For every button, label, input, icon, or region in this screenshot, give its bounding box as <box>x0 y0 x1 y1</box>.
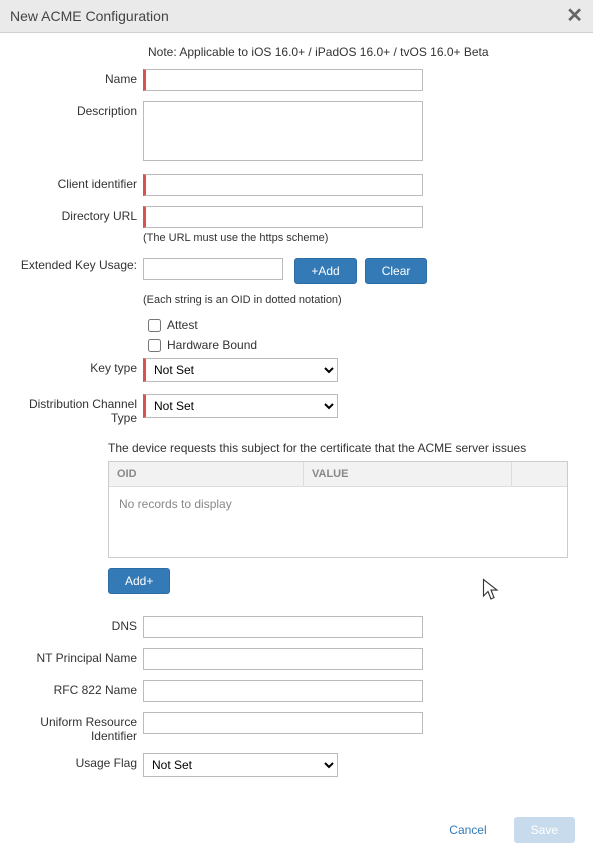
th-value: VALUE <box>304 462 512 486</box>
label-description: Description <box>18 101 143 118</box>
label-distribution-channel-type: Distribution Channel Type <box>18 394 143 425</box>
usage-flag-select[interactable]: Not Set <box>143 753 338 777</box>
label-directory-url: Directory URL <box>18 206 143 223</box>
label-hardware-bound: Hardware Bound <box>167 338 257 352</box>
attest-checkbox[interactable] <box>148 319 161 332</box>
eku-clear-button[interactable]: Clear <box>365 258 428 284</box>
dialog-footer: Cancel Save <box>0 807 593 857</box>
dialog-title: New ACME Configuration <box>10 8 169 24</box>
eku-add-button[interactable]: +Add <box>294 258 356 284</box>
label-usage-flag: Usage Flag <box>18 753 143 770</box>
dns-input[interactable] <box>143 616 423 638</box>
dialog-titlebar: New ACME Configuration ✕ <box>0 0 593 33</box>
eku-hint: (Each string is an OID in dotted notatio… <box>143 294 575 306</box>
hardware-bound-checkbox[interactable] <box>148 339 161 352</box>
close-icon[interactable]: ✕ <box>566 6 583 26</box>
nt-principal-name-input[interactable] <box>143 648 423 670</box>
label-extended-key-usage: Extended Key Usage: <box>18 258 143 272</box>
subject-table: OID VALUE No records to display <box>108 461 568 558</box>
cancel-button[interactable]: Cancel <box>432 817 503 843</box>
label-uri: Uniform Resource Identifier <box>18 712 143 743</box>
applicability-note: Note: Applicable to iOS 16.0+ / iPadOS 1… <box>148 45 575 59</box>
table-body-empty: No records to display <box>109 487 567 557</box>
label-key-type: Key type <box>18 358 143 375</box>
uri-input[interactable] <box>143 712 423 734</box>
label-dns: DNS <box>18 616 143 633</box>
description-textarea[interactable] <box>143 101 423 161</box>
eku-input[interactable] <box>143 258 283 280</box>
th-actions <box>512 462 567 486</box>
label-attest: Attest <box>167 318 198 332</box>
client-identifier-input[interactable] <box>143 174 423 196</box>
distribution-channel-type-select[interactable]: Not Set <box>143 394 338 418</box>
name-input[interactable] <box>143 69 423 91</box>
subject-note: The device requests this subject for the… <box>108 441 575 455</box>
label-nt-principal-name: NT Principal Name <box>18 648 143 665</box>
label-name: Name <box>18 69 143 86</box>
th-oid: OID <box>109 462 304 486</box>
directory-url-input[interactable] <box>143 206 423 228</box>
label-rfc822-name: RFC 822 Name <box>18 680 143 697</box>
dialog-body: Note: Applicable to iOS 16.0+ / iPadOS 1… <box>0 33 593 807</box>
table-header: OID VALUE <box>109 462 567 487</box>
rfc822-name-input[interactable] <box>143 680 423 702</box>
subject-add-button[interactable]: Add+ <box>108 568 170 594</box>
label-client-identifier: Client identifier <box>18 174 143 191</box>
save-button[interactable]: Save <box>514 817 575 843</box>
acme-config-dialog: New ACME Configuration ✕ Note: Applicabl… <box>0 0 593 857</box>
key-type-select[interactable]: Not Set <box>143 358 338 382</box>
directory-url-hint: (The URL must use the https scheme) <box>143 232 575 244</box>
